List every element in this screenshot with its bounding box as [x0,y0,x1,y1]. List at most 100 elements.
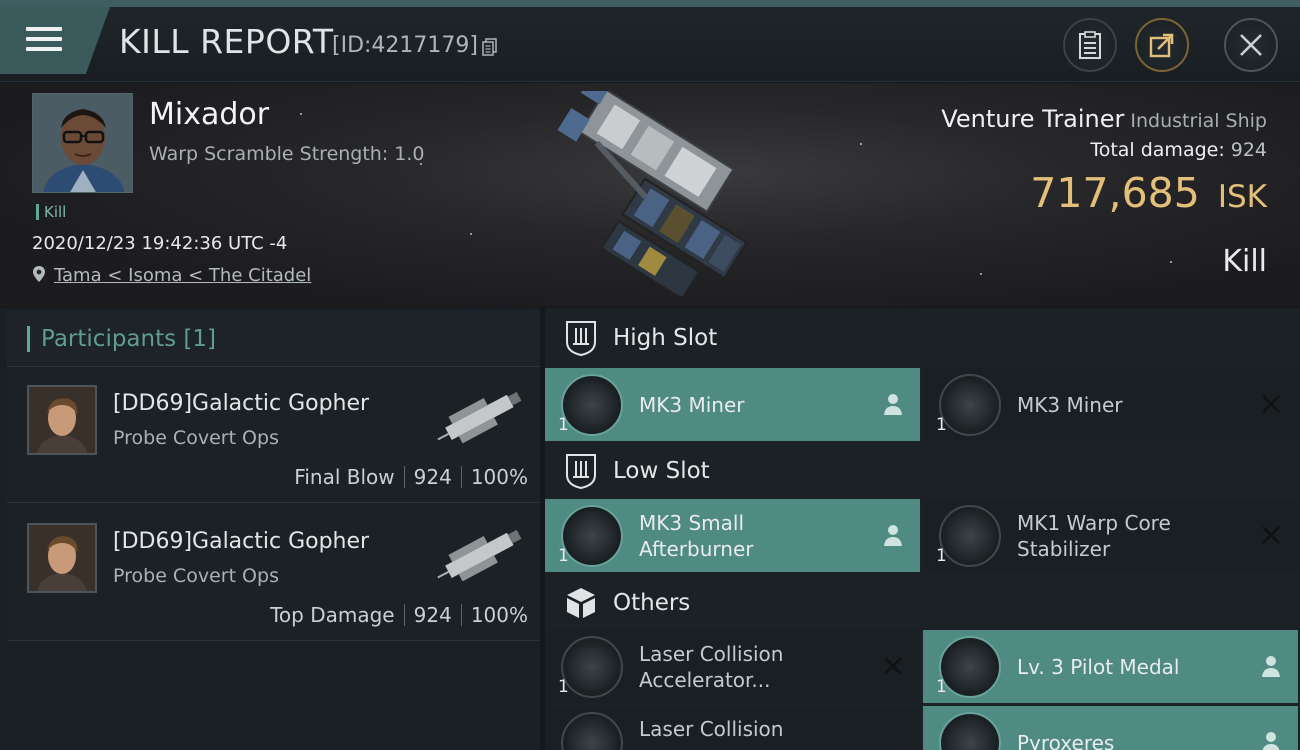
module-name: Pyroxeres [1017,731,1115,750]
laser-accelerator-icon [561,712,623,750]
location-link[interactable]: Tama < Isoma < The Citadel [54,265,311,286]
medal-icon [939,636,1001,698]
fitting-panel: High Slot 1 MK3 Miner 1 MK3 Miner Low Sl… [545,308,1300,750]
participants-accent [27,326,30,352]
pilot-icon [884,394,902,415]
module-item[interactable]: Pyroxeres [923,706,1298,750]
module-name-line2: Accelerator... [639,668,771,692]
participant-row[interactable]: [DD69]Galactic Gopher Probe Covert Ops F… [7,367,540,503]
close-button[interactable] [1224,18,1278,72]
module-item[interactable]: Laser Collision [545,706,920,750]
menu-button[interactable] [0,7,110,74]
victim-ship[interactable]: Venture Trainer Industrial Ship [941,105,1267,133]
module-name: MK3 Miner [1017,393,1123,417]
avatar [33,94,132,192]
destroyed-x-icon [1262,526,1280,544]
module-item[interactable]: 1 MK3 Miner [923,368,1298,441]
isk-amount: 717,685 [1030,169,1200,217]
participant-role: Top Damage [270,603,395,627]
participant-role: Final Blow [294,465,395,489]
destroyed-x-icon [884,657,902,675]
high-slot-header: High Slot [545,308,1300,368]
module-qty: 1 [558,415,569,435]
module-item[interactable]: 1 Laser Collision Accelerator... [545,630,920,703]
high-slot-icon [566,321,596,356]
stats-divider [460,604,462,626]
cube-icon [567,588,595,618]
module-name: Lv. 3 Pilot Medal [1017,655,1180,679]
participant-damage: 924 [413,603,452,627]
participant-stats: Top Damage 924 100% [270,603,528,627]
module-qty: 1 [936,677,947,697]
pilot-icon [884,525,902,546]
participant-avatar [27,523,97,593]
module-name: MK3 Small [639,511,744,535]
warp-core-stabilizer-icon [939,505,1001,567]
share-icon [1149,33,1174,58]
module-name-line2: Afterburner [639,537,754,561]
participant-ship-icon [437,391,522,444]
others-header: Others [545,573,1300,633]
stats-divider [403,466,405,488]
location-pin-icon [33,266,45,282]
miner-icon [939,374,1001,436]
participant-ship: Probe Covert Ops [113,565,279,587]
module-qty: 1 [936,415,947,435]
participant-stats: Final Blow 924 100% [294,465,528,489]
clipboard-icon [1079,31,1101,59]
menu-icon [26,27,62,53]
section-label: Low Slot [613,458,710,484]
module-name: Laser Collision [639,642,784,666]
header-bar: KILL REPORT [ID:4217179] [0,7,1300,82]
kill-tag: Kill [36,204,66,220]
isk-unit: ISK [1217,179,1267,215]
module-item[interactable]: 1 MK3 Miner [545,368,920,441]
warp-scramble-strength: Warp Scramble Strength: 1.0 [149,143,425,165]
victim-portrait[interactable] [32,93,133,193]
participant-damage: 924 [413,465,452,489]
participant-ship-icon [437,529,522,582]
kill-id: [ID:4217179] [332,33,478,58]
stats-divider [403,604,405,626]
laser-accelerator-icon [561,636,623,698]
pilot-icon [1262,656,1280,677]
low-slot-icon [566,454,596,489]
participant-percent: 100% [470,465,528,489]
participant-ship: Probe Covert Ops [113,427,279,449]
module-qty: 1 [558,677,569,697]
module-qty: 1 [558,546,569,566]
participants-label: Participants [1] [41,326,216,352]
victim-name[interactable]: Mixador [149,97,269,132]
participant-row[interactable]: [DD69]Galactic Gopher Probe Covert Ops T… [7,505,540,641]
top-accent-line [0,0,1300,7]
module-name: MK3 Miner [639,393,745,417]
total-damage: Total damage: 924 [1090,139,1267,161]
module-name: Laser Collision [639,717,784,741]
module-item[interactable]: 1 MK1 Warp Core Stabilizer [923,499,1298,572]
pilot-icon [1262,732,1280,750]
report-button[interactable] [1063,18,1117,72]
participants-header: Participants [1] [7,310,540,367]
isk-value: 717,685 ISK [1030,169,1267,217]
avatar [29,387,95,453]
ship-render [557,91,749,296]
copy-icon[interactable] [482,38,497,56]
low-slot-header: Low Slot [545,441,1300,501]
module-item[interactable]: 1 MK3 Small Afterburner [545,499,920,572]
module-item[interactable]: 1 Lv. 3 Pilot Medal [923,630,1298,703]
participant-name: [DD69]Galactic Gopher [113,391,370,416]
ore-icon [939,712,1001,750]
kill-result: Kill [1222,244,1267,279]
destroyed-x-icon [1262,395,1280,413]
participant-avatar [27,385,97,455]
participant-name: [DD69]Galactic Gopher [113,529,370,554]
page-title: KILL REPORT [119,22,334,61]
kill-summary: Mixador Warp Scramble Strength: 1.0 Kill… [0,83,1300,307]
participants-panel: Participants [1] [DD69]Galactic Gopher P… [0,308,540,750]
module-name: MK1 Warp Core [1017,511,1171,535]
participant-percent: 100% [470,603,528,627]
ship-name: Venture Trainer [941,105,1125,133]
share-button[interactable] [1135,18,1189,72]
module-qty: 1 [936,546,947,566]
kill-location[interactable]: Tama < Isoma < The Citadel [32,265,311,286]
